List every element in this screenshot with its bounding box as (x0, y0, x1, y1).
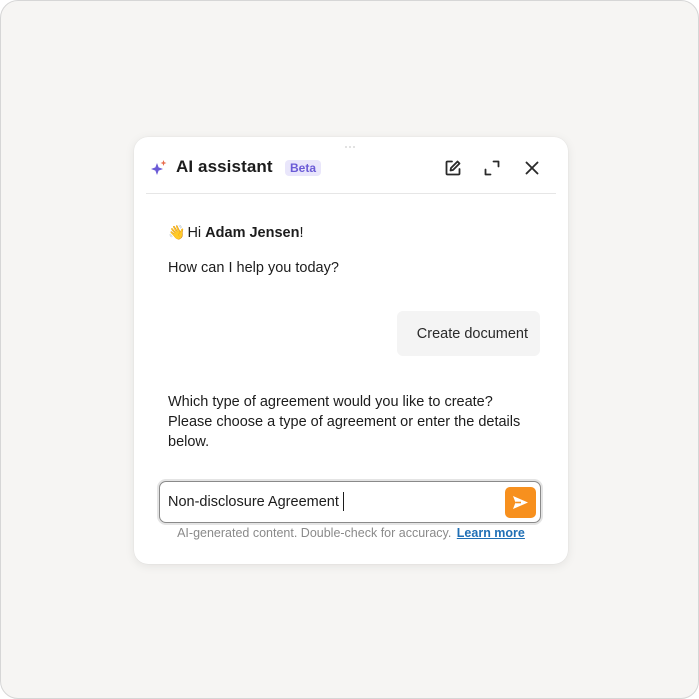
close-button[interactable] (521, 157, 543, 179)
drag-handle[interactable] (345, 146, 357, 149)
text-cursor (343, 492, 344, 511)
user-message-text: Create document (416, 325, 528, 342)
message-input[interactable] (168, 482, 498, 522)
send-icon (513, 496, 528, 509)
new-chat-button[interactable] (442, 157, 464, 179)
close-icon (525, 161, 539, 175)
help-prompt: How can I help you today? (168, 260, 339, 276)
disclaimer-text: AI-generated content. Double-check for a… (177, 526, 452, 540)
greeting-suffix: ! (299, 225, 304, 241)
user-name: Adam Jensen (205, 225, 300, 241)
greeting-prefix: Hi (187, 225, 206, 241)
greeting-message: 👋 Hi Adam Jensen! (168, 224, 304, 241)
expand-icon (484, 160, 500, 176)
assistant-reply: Which type of agreement would you like t… (168, 394, 521, 450)
learn-more-link[interactable]: Learn more (457, 526, 525, 540)
waving-hand-icon: 👋 (168, 224, 186, 240)
ai-disclaimer: AI-generated content. Double-check for a… (134, 526, 568, 540)
ai-assistant-panel: AI assistant Beta 👋 Hi Adam Jensen! How … (134, 137, 568, 564)
sparkle-icon (151, 160, 167, 175)
send-button[interactable] (505, 487, 536, 518)
beta-badge: Beta (285, 160, 322, 176)
edit-icon (445, 160, 461, 176)
panel-title: AI assistant (176, 157, 273, 176)
expand-button[interactable] (481, 157, 503, 179)
message-composer (159, 481, 541, 523)
panel-header: AI assistant Beta (146, 153, 556, 194)
user-message-bubble: Create document (396, 311, 540, 356)
screen-background: AI assistant Beta 👋 Hi Adam Jensen! How … (0, 0, 699, 699)
